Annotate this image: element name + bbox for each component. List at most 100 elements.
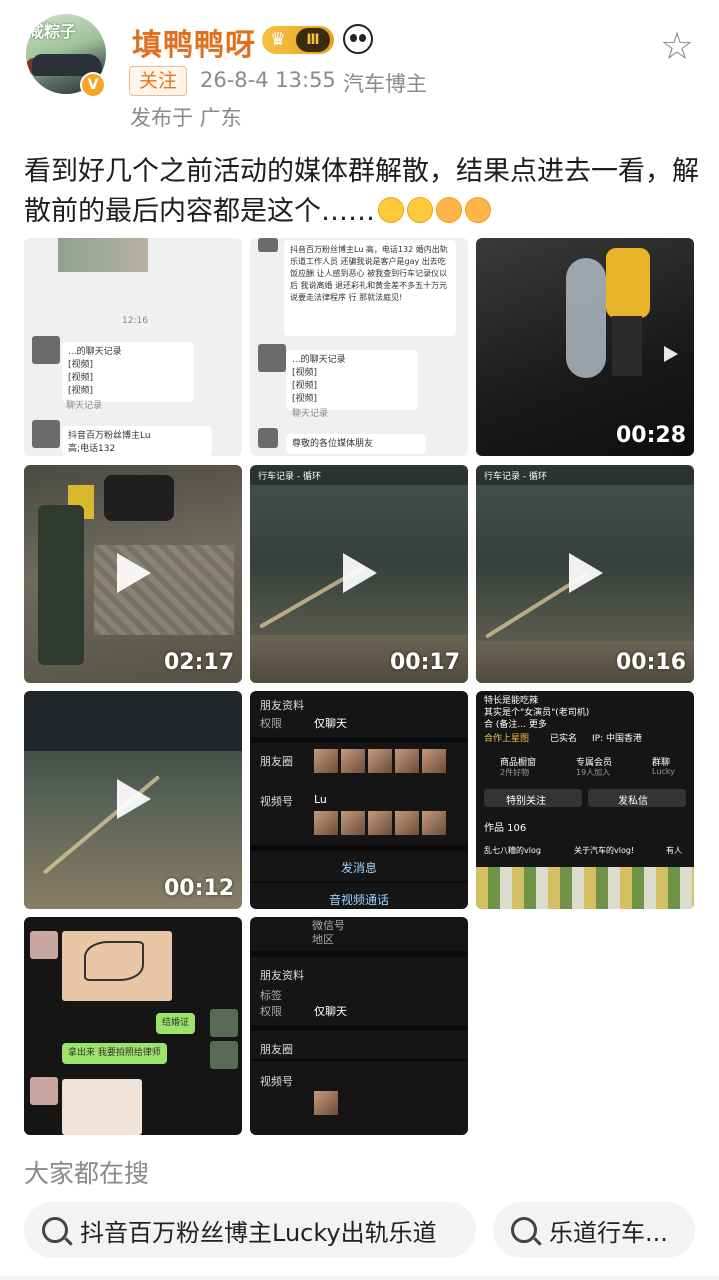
chat-bubble: 抖音百万粉丝博主Lu 高，电话132 婚内出轨乐道工作人员 还骗我说是客户是ga…	[284, 240, 456, 336]
perm-label: 权限	[260, 1005, 282, 1018]
verified-tag: 已实名	[550, 734, 578, 744]
divider	[250, 951, 468, 957]
video-duration: 02:17	[163, 650, 234, 675]
heart-face-emoji-icon	[465, 197, 491, 223]
channels-thumbs	[314, 811, 446, 837]
divider	[250, 1059, 468, 1061]
moments-label: 朋友圈	[260, 1043, 293, 1056]
image-profile-douyin[interactable]: 特长是能吃辣 其实是个"女演员"(老司机) 合 (备注... 更多 合作上星图 …	[476, 691, 694, 909]
divider	[250, 845, 468, 851]
chat-avatar	[30, 1077, 58, 1105]
forwarded-chat-bubble: ...的聊天记录 [视频] [视频] [视频]	[286, 350, 418, 410]
group-sub: Lucky	[652, 767, 675, 776]
chat-time: 12:16	[122, 316, 148, 326]
laugh-cry-emoji-icon	[407, 197, 433, 223]
divider	[250, 737, 468, 743]
shop-sub: 2件好物	[500, 768, 530, 777]
chat-avatar	[210, 1041, 238, 1069]
divider	[250, 881, 468, 883]
search-suggestion-text: 抖音百万粉丝博主Lucky出轨乐道	[80, 1218, 437, 1247]
post-text: 看到好几个之前活动的媒体群解散，结果点进去一看，解散前的最后内容都是这个……	[24, 152, 699, 232]
search-icon	[511, 1217, 537, 1243]
video-hud: 行车记录 - 循环	[476, 465, 694, 485]
forwarded-chat-bubble: ...的聊天记录 [视频] [视频] [视频]	[62, 342, 194, 402]
forward-item: [视频]	[292, 394, 318, 404]
video-duration: 00:12	[163, 876, 234, 901]
play-icon	[343, 553, 377, 593]
level-number: Ⅲ	[296, 28, 330, 52]
tag-label: 标签	[260, 989, 282, 1002]
forward-item: [视频]	[68, 386, 94, 396]
post-body: 看到好几个之前活动的媒体群解散，结果点进去一看，解散前的最后内容都是这个……	[24, 156, 699, 227]
divider	[0, 1276, 719, 1280]
video-duration: 00:16	[615, 650, 686, 675]
chat-avatar	[258, 238, 278, 252]
section-title: 朋友资料	[260, 969, 304, 982]
chat-text: 高;电话132	[68, 444, 116, 454]
playlist-tag: 有人	[666, 846, 682, 855]
chat-avatar	[210, 1009, 238, 1037]
image-profile-2[interactable]: 微信号 地区 朋友资料 标签 权限 仅聊天 朋友圈 视频号	[250, 917, 468, 1135]
video-thumbnail-4[interactable]: 行车记录 - 循环 00:16	[476, 465, 694, 683]
image-chat-1[interactable]: 12:16 ...的聊天记录 [视频] [视频] [视频] 聊天记录 抖音百万粉…	[24, 238, 242, 456]
heart-face-emoji-icon	[436, 197, 462, 223]
laugh-cry-emoji-icon	[378, 197, 404, 223]
chat-text: 抖音百万粉丝博主Lu	[68, 431, 151, 441]
video-hud: 行车记录 - 循环	[250, 465, 468, 485]
chat-bubble-sent: 拿出来 我要拍照给律师	[62, 1043, 167, 1064]
works-count: 作品 106	[484, 823, 527, 834]
level-badge[interactable]: ♛ Ⅲ	[262, 26, 334, 54]
chat-bubble-sent: 结婚证	[156, 1013, 196, 1034]
image-chat-2[interactable]: 抖音百万粉丝博主Lu 高，电话132 婚内出轨乐道工作人员 还骗我说是客户是ga…	[250, 238, 468, 456]
perm-value: 仅聊天	[314, 1005, 347, 1018]
playlist-tag: 乱七八糟的vlog	[484, 846, 541, 855]
crown-icon: ♛	[269, 29, 287, 50]
bio-line: 合 (备注... 更多	[484, 720, 547, 730]
channels-thumbs	[314, 1091, 338, 1117]
search-suggestion[interactable]: 抖音百万粉丝博主Lucky出轨乐道	[24, 1202, 476, 1258]
forward-title: ...的聊天记录	[68, 347, 122, 357]
moments-label: 朋友圈	[260, 755, 293, 768]
search-suggestion-text: 乐道行车...	[549, 1218, 668, 1247]
image-chat-cert[interactable]: 结婚证 拿出来 我要拍照给律师	[24, 917, 242, 1135]
chat-avatar	[32, 336, 60, 364]
region-label: 地区	[312, 933, 334, 946]
chat-avatar	[30, 931, 58, 959]
search-icon	[42, 1217, 68, 1243]
follow-button[interactable]: 关注	[129, 66, 187, 96]
post-header: 咸粽子 V 填鸭鸭呀 ♛ Ⅲ ☆ 关注 26-8-4 13:55 汽车博主 发布…	[0, 0, 719, 140]
channels-value: Lu	[314, 793, 327, 806]
moments-thumbs	[314, 749, 446, 775]
chat-bubble: 抖音百万粉丝博主Lu 高;电话132	[62, 426, 212, 456]
username[interactable]: 填鸭鸭呀	[132, 20, 256, 64]
perm-label: 权限	[260, 717, 282, 730]
play-icon	[117, 779, 151, 819]
av-call-button: 音视频通话	[328, 893, 389, 907]
star-icon[interactable]: ☆	[655, 24, 699, 68]
video-thumbnail-1[interactable]: 00:28	[476, 238, 694, 456]
forward-item: [视频]	[68, 360, 94, 370]
video-thumbnail-3[interactable]: 行车记录 - 循环 00:17	[250, 465, 468, 683]
image-profile-1[interactable]: 朋友资料 权限 仅聊天 朋友圈 视频号 Lu 发消息 音视频通话	[250, 691, 468, 909]
chat-bubble: 尊敬的各位媒体朋友	[286, 434, 426, 454]
channels-label: 视频号	[260, 1075, 293, 1088]
verified-badge-icon: V	[80, 72, 106, 98]
video-thumbnail-2[interactable]: 02:17	[24, 465, 242, 683]
image-grid: 12:16 ...的聊天记录 [视频] [视频] [视频] 聊天记录 抖音百万粉…	[24, 238, 694, 1138]
channels-label: 视频号	[260, 795, 293, 808]
post-location: 发布于 广东	[130, 106, 242, 130]
avatar-text: 咸粽子	[28, 22, 77, 41]
search-suggestion[interactable]: 乐道行车...	[493, 1202, 695, 1258]
coop-tag: 合作上星图	[484, 734, 530, 744]
forward-footer: 聊天记录	[292, 409, 329, 419]
video-thumbnail-5[interactable]: 00:12	[24, 691, 242, 909]
dm-button: 发私信	[618, 796, 648, 807]
chat-avatar	[258, 428, 278, 448]
member-sub: 19人加入	[576, 768, 611, 777]
send-message-button: 发消息	[340, 861, 377, 875]
trending-search-title: 大家都在搜	[24, 1159, 150, 1188]
play-icon	[664, 346, 678, 362]
forward-item: [视频]	[68, 373, 94, 383]
playlist-tag: 关于汽车的vlog!	[574, 846, 635, 855]
panda-icon	[343, 24, 373, 54]
